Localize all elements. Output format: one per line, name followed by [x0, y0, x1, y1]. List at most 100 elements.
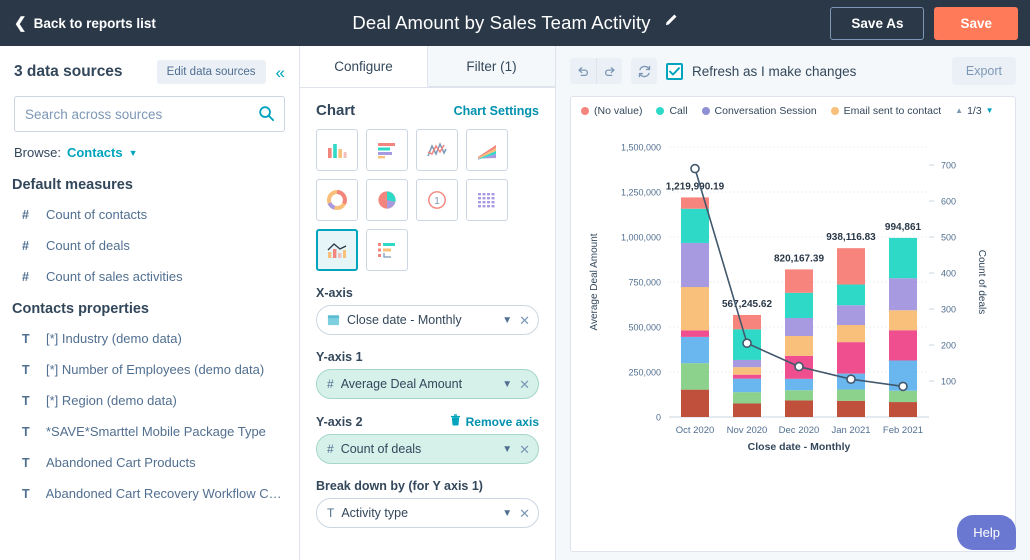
remove-axis-button[interactable]: Remove axis — [450, 414, 539, 429]
clear-break-down-by-icon[interactable]: ✕ — [519, 507, 530, 520]
vertical-bar-chart-icon[interactable] — [316, 129, 358, 171]
svg-text:400: 400 — [941, 269, 956, 279]
legend-dot — [830, 107, 839, 115]
clear-y-axis-1-icon[interactable]: ✕ — [519, 378, 530, 391]
svg-text:200: 200 — [941, 341, 956, 351]
chart-heading: Chart — [316, 102, 356, 119]
export-button[interactable]: Export — [951, 57, 1016, 85]
clear-y-axis-2-icon[interactable]: ✕ — [519, 443, 530, 456]
sidebar-item-count-of-deals[interactable]: # Count of deals — [0, 230, 299, 261]
horizontal-bar-chart-icon[interactable] — [366, 129, 408, 171]
sidebar-item-count-of-contacts[interactable]: # Count of contacts — [0, 199, 299, 230]
y-axis-1-field[interactable]: # Average Deal Amount ▼ ✕ — [316, 369, 539, 399]
legend-dot — [701, 107, 710, 115]
save-as-button[interactable]: Save As — [830, 6, 925, 40]
x-axis-field[interactable]: Close date - Monthly ▼ ✕ — [316, 305, 539, 335]
legend-dot — [581, 107, 589, 115]
svg-text:1: 1 — [434, 196, 440, 207]
undo-icon[interactable] — [570, 58, 596, 84]
chart-toolbar: Refresh as I make changes Export — [556, 46, 1030, 96]
table-chart-icon[interactable] — [466, 179, 508, 221]
legend-next-icon[interactable]: ▼ — [986, 107, 994, 115]
single-value-chart-icon[interactable]: 1 — [416, 179, 458, 221]
section-title: Contacts properties — [12, 301, 149, 317]
sidebar-header: 3 data sources Edit data sources « — [0, 46, 299, 94]
sidebar-item-label: *SAVE*Smarttel Mobile Package Type — [46, 424, 266, 439]
svg-text:Close date - Monthly: Close date - Monthly — [748, 441, 851, 453]
save-button[interactable]: Save — [934, 6, 1018, 40]
combination-chart-svg[interactable]: 0 250,000 500,000 750,000 1,000,000 1,250,000… — [571, 117, 1017, 517]
chart-settings-link[interactable]: Chart Settings — [454, 104, 539, 118]
sidebar-item-region[interactable]: T [*] Region (demo data) — [0, 385, 299, 416]
svg-text:1,500,000: 1,500,000 — [621, 143, 661, 153]
chart-area: Refresh as I make changes Export (No val… — [556, 46, 1030, 560]
double-chevron-left-icon[interactable]: « — [274, 64, 287, 81]
y-axis-1-value: Average Deal Amount — [340, 377, 463, 391]
legend-prev-icon[interactable]: ▲ — [955, 107, 963, 115]
section-title: Default measures — [12, 177, 133, 193]
browse-value[interactable]: Contacts — [67, 145, 123, 160]
undo-redo-group — [570, 58, 622, 84]
sidebar-item-count-of-sales-activities[interactable]: # Count of sales activities — [0, 261, 299, 292]
pencil-icon[interactable] — [663, 13, 678, 33]
svg-text:Oct 2020: Oct 2020 — [676, 425, 715, 436]
search-icon[interactable] — [258, 105, 275, 127]
tab-configure[interactable]: Configure — [300, 46, 428, 87]
combination-chart-icon[interactable] — [316, 229, 358, 271]
edit-data-sources-button[interactable]: Edit data sources — [156, 60, 266, 84]
svg-text:994,861: 994,861 — [885, 222, 922, 233]
chart-section-header: Chart Chart Settings — [316, 102, 539, 119]
chart-legend: (No value) Call Conversation Session Ema… — [571, 97, 1015, 117]
sidebar-item-number-of-employees[interactable]: T [*] Number of Employees (demo data) — [0, 354, 299, 385]
y-axis-2-field[interactable]: # Count of deals ▼ ✕ — [316, 434, 539, 464]
svg-text:250,000: 250,000 — [628, 368, 661, 378]
sidebar-item-label: [*] Number of Employees (demo data) — [46, 362, 265, 377]
browse-label: Browse: — [14, 145, 61, 160]
sidebar-item-label: Abandoned Cart Products — [46, 455, 196, 470]
area-chart-icon[interactable] — [466, 129, 508, 171]
legend-item-conversation-session[interactable]: Conversation Session — [701, 105, 817, 117]
refresh-as-i-make-changes-checkbox[interactable] — [666, 62, 683, 80]
pie-chart-icon[interactable] — [366, 179, 408, 221]
legend-label: Call — [669, 105, 688, 117]
back-to-reports-list-link[interactable]: ❮ Back to reports list — [14, 16, 156, 31]
chevron-down-icon[interactable]: ▼ — [502, 508, 512, 519]
sidebar-item-label: [*] Region (demo data) — [46, 393, 177, 408]
svg-text:Feb 2021: Feb 2021 — [883, 425, 923, 436]
refresh-checkbox-label: Refresh as I make changes — [692, 63, 857, 79]
svg-text:Dec 2020: Dec 2020 — [779, 425, 820, 436]
sidebar-item-abandoned-cart-products[interactable]: T Abandoned Cart Products — [0, 447, 299, 478]
donut-chart-icon[interactable] — [316, 179, 358, 221]
svg-text:100: 100 — [941, 377, 956, 387]
sidebar-item-smarttel-mobile-package-type[interactable]: T *SAVE*Smarttel Mobile Package Type — [0, 416, 299, 447]
report-builder-page: ❮ Back to reports list Deal Amount by Sa… — [0, 0, 1030, 560]
redo-icon[interactable] — [596, 58, 622, 84]
refresh-icon[interactable] — [631, 58, 657, 84]
search-input[interactable] — [14, 96, 285, 132]
break-down-by-value: Activity type — [341, 506, 409, 520]
chevron-down-icon[interactable]: ▼ — [502, 444, 512, 455]
y-axis-2-label: Y-axis 2 — [316, 414, 363, 429]
page-title: Deal Amount by Sales Team Activity — [352, 12, 651, 33]
svg-text:0: 0 — [656, 413, 661, 423]
help-button[interactable]: Help — [957, 515, 1016, 550]
line-chart-icon[interactable] — [416, 129, 458, 171]
sidebar-section-contacts-properties: Contacts properties T [*] Industry (demo… — [0, 292, 299, 509]
funnel-chart-icon[interactable] — [366, 229, 408, 271]
chevron-down-icon[interactable]: ▼ — [129, 148, 138, 158]
tab-filter[interactable]: Filter (1) — [428, 46, 555, 87]
legend-item-no-value[interactable]: (No value) — [581, 105, 642, 117]
chevron-left-icon: ❮ — [14, 14, 27, 32]
sidebar-item-abandoned-cart-recovery-workflow[interactable]: T Abandoned Cart Recovery Workflow Con..… — [0, 478, 299, 509]
legend-item-email-sent-to-contact[interactable]: Email sent to contact — [830, 105, 942, 117]
chevron-down-icon[interactable]: ▼ — [502, 315, 512, 326]
sidebar-item-label: Count of deals — [46, 238, 130, 253]
legend-item-call[interactable]: Call — [656, 105, 688, 117]
legend-label: Email sent to contact — [843, 105, 942, 117]
clear-x-axis-icon[interactable]: ✕ — [519, 314, 530, 327]
chevron-down-icon[interactable]: ▼ — [502, 379, 512, 390]
sidebar-item-industry[interactable]: T [*] Industry (demo data) — [0, 323, 299, 354]
text-icon: T — [22, 455, 30, 470]
break-down-by-field[interactable]: T Activity type ▼ ✕ — [316, 498, 539, 528]
sidebar-item-label: Count of sales activities — [46, 269, 183, 284]
